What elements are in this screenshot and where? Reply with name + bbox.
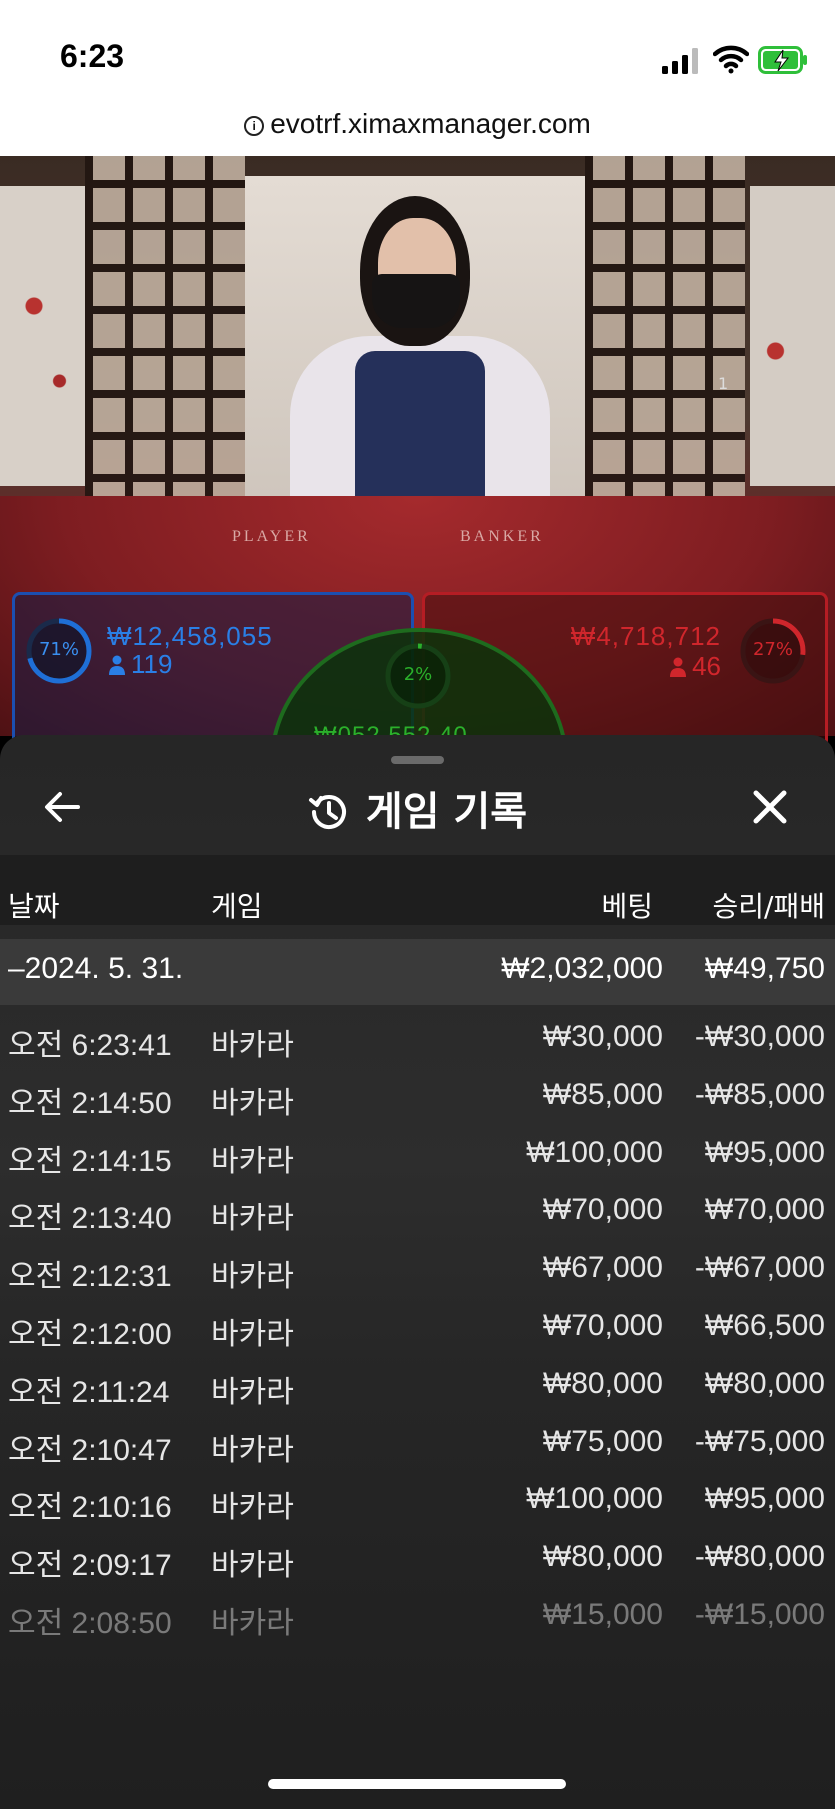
row-game: 바카라: [211, 1144, 294, 1178]
row-time: 오전 2:13:40: [8, 1202, 172, 1236]
row-result: -₩30,000: [694, 1020, 825, 1053]
row-bet: ₩15,000: [542, 1598, 663, 1631]
history-row[interactable]: 오전 2:12:00 바카라 ₩70,000 ₩66,500: [0, 1296, 835, 1362]
banker-bettor-count: 46: [670, 651, 721, 682]
date-summary-row[interactable]: –2024. 5. 31. ₩2,032,000 ₩49,750: [0, 939, 835, 1005]
row-bet: ₩85,000: [542, 1077, 663, 1111]
row-time: 오전 2:11:24: [8, 1375, 170, 1409]
column-header-result[interactable]: 승리/패배: [713, 885, 825, 925]
row-result: -₩75,000: [694, 1424, 825, 1458]
row-result: -₩85,000: [694, 1077, 825, 1111]
row-bet: ₩67,000: [542, 1251, 663, 1285]
row-bet: ₩80,000: [542, 1540, 663, 1574]
background-mural-right: [750, 186, 835, 486]
row-bet: ₩100,000: [526, 1135, 663, 1169]
banker-count-value: 46: [692, 651, 721, 681]
table-label-player: PLAYER: [232, 528, 311, 545]
row-time: 오전 2:14:50: [8, 1086, 172, 1120]
row-game: 바카라: [211, 1260, 294, 1294]
background-mural-left: [0, 186, 85, 486]
history-row[interactable]: 오전 6:23:41 바카라 ₩30,000 -₩30,000: [0, 1007, 835, 1073]
row-time: 오전 6:23:41: [8, 1029, 172, 1062]
banker-percent: 27%: [752, 639, 793, 660]
history-icon: [308, 795, 346, 829]
row-time: 오전 2:10:47: [8, 1433, 172, 1467]
row-bet: ₩30,000: [542, 1020, 663, 1053]
player-percent: 71%: [38, 639, 79, 660]
row-game: 바카라: [211, 1491, 294, 1525]
camera-number: 1: [718, 374, 729, 393]
summary-date: –2024. 5. 31.: [8, 952, 184, 985]
row-bet: ₩70,000: [542, 1193, 663, 1227]
close-icon[interactable]: [748, 785, 792, 829]
history-row[interactable]: 오전 2:13:40 바카라 ₩70,000 ₩70,000: [0, 1180, 835, 1246]
home-indicator[interactable]: [268, 1779, 566, 1789]
battery-charging-icon: [758, 46, 807, 74]
row-time: 오전 2:10:16: [8, 1491, 172, 1525]
sheet-title: 게임 기록: [0, 779, 835, 837]
column-header-bet[interactable]: 베팅: [601, 885, 653, 925]
row-game: 바카라: [211, 1607, 294, 1640]
row-game: 바카라: [211, 1375, 294, 1409]
table-label-banker: BANKER: [460, 528, 544, 545]
history-row[interactable]: 오전 2:12:31 바카라 ₩67,000 -₩67,000: [0, 1238, 835, 1304]
row-game: 바카라: [211, 1433, 294, 1467]
history-row[interactable]: 오전 2:08:50 바카라 ₩15,000 -₩15,000: [0, 1585, 835, 1651]
address-bar-url[interactable]: i evotrf.ximaxmanager.com: [0, 108, 835, 140]
row-game: 바카라: [211, 1202, 294, 1236]
player-bettor-count: 119: [109, 649, 172, 680]
summary-result-total: ₩49,750: [704, 952, 825, 985]
row-time: 오전 2:12:31: [8, 1260, 172, 1294]
row-bet: ₩70,000: [542, 1309, 663, 1342]
row-game: 바카라: [211, 1318, 294, 1351]
column-header-date[interactable]: 날짜: [8, 885, 60, 925]
row-bet: ₩100,000: [526, 1482, 663, 1516]
row-result: ₩95,000: [704, 1482, 825, 1516]
row-time: 오전 2:14:15: [8, 1144, 172, 1178]
row-time: 오전 2:12:00: [8, 1318, 172, 1351]
row-result: ₩95,000: [704, 1135, 825, 1169]
row-game: 바카라: [211, 1029, 294, 1062]
wifi-icon: [713, 45, 749, 74]
sheet-title-text: 게임 기록: [365, 789, 528, 835]
row-time: 오전 2:08:50: [8, 1607, 172, 1640]
column-header-game[interactable]: 게임: [211, 885, 263, 925]
player-count-value: 119: [131, 649, 173, 679]
history-row[interactable]: 오전 2:14:50 바카라 ₩85,000 -₩85,000: [0, 1065, 835, 1131]
cellular-signal-icon: [662, 48, 698, 74]
banker-bet-amount: ₩4,718,712: [570, 621, 721, 651]
history-row[interactable]: 오전 2:10:47 바카라 ₩75,000 -₩75,000: [0, 1412, 835, 1478]
history-row[interactable]: 오전 2:10:16 바카라 ₩100,000 ₩95,000: [0, 1469, 835, 1535]
lattice-screen-left: [85, 156, 245, 516]
history-row[interactable]: 오전 2:09:17 바카라 ₩80,000 -₩80,000: [0, 1527, 835, 1593]
row-result: ₩66,500: [704, 1309, 825, 1342]
row-time: 오전 2:09:17: [8, 1549, 172, 1583]
tie-percent: 2%: [403, 664, 433, 685]
row-result: -₩80,000: [694, 1540, 825, 1574]
row-bet: ₩80,000: [542, 1366, 663, 1400]
player-bet-amount: ₩12,458,055: [107, 621, 273, 651]
browser-address-bar[interactable]: i evotrf.ximaxmanager.com: [0, 100, 835, 157]
game-history-sheet: 게임 기록 날짜 게임 베팅 승리/패배 –2024. 5. 31. ₩2,03…: [0, 735, 835, 1809]
column-header-row: [0, 855, 835, 925]
row-result: ₩80,000: [704, 1366, 825, 1400]
status-time: 6:23: [60, 38, 125, 74]
site-info-icon[interactable]: i: [244, 115, 265, 136]
person-icon: [109, 655, 125, 675]
dealer-mask: [372, 274, 460, 328]
row-result: -₩67,000: [694, 1251, 825, 1285]
row-bet: ₩75,000: [542, 1424, 663, 1458]
person-icon: [670, 657, 687, 677]
row-result: ₩70,000: [704, 1193, 825, 1227]
url-text: evotrf.ximaxmanager.com: [270, 108, 591, 139]
history-row[interactable]: 오전 2:11:24 바카라 ₩80,000 ₩80,000: [0, 1354, 835, 1420]
lattice-screen-right: [585, 156, 745, 516]
summary-bet-total: ₩2,032,000: [501, 952, 663, 985]
status-bar: 6:23: [0, 0, 835, 100]
history-row[interactable]: 오전 2:14:15 바카라 ₩100,000 ₩95,000: [0, 1123, 835, 1189]
row-game: 바카라: [211, 1086, 294, 1120]
row-result: -₩15,000: [694, 1598, 825, 1631]
row-game: 바카라: [211, 1549, 294, 1583]
sheet-drag-handle[interactable]: [391, 756, 444, 764]
